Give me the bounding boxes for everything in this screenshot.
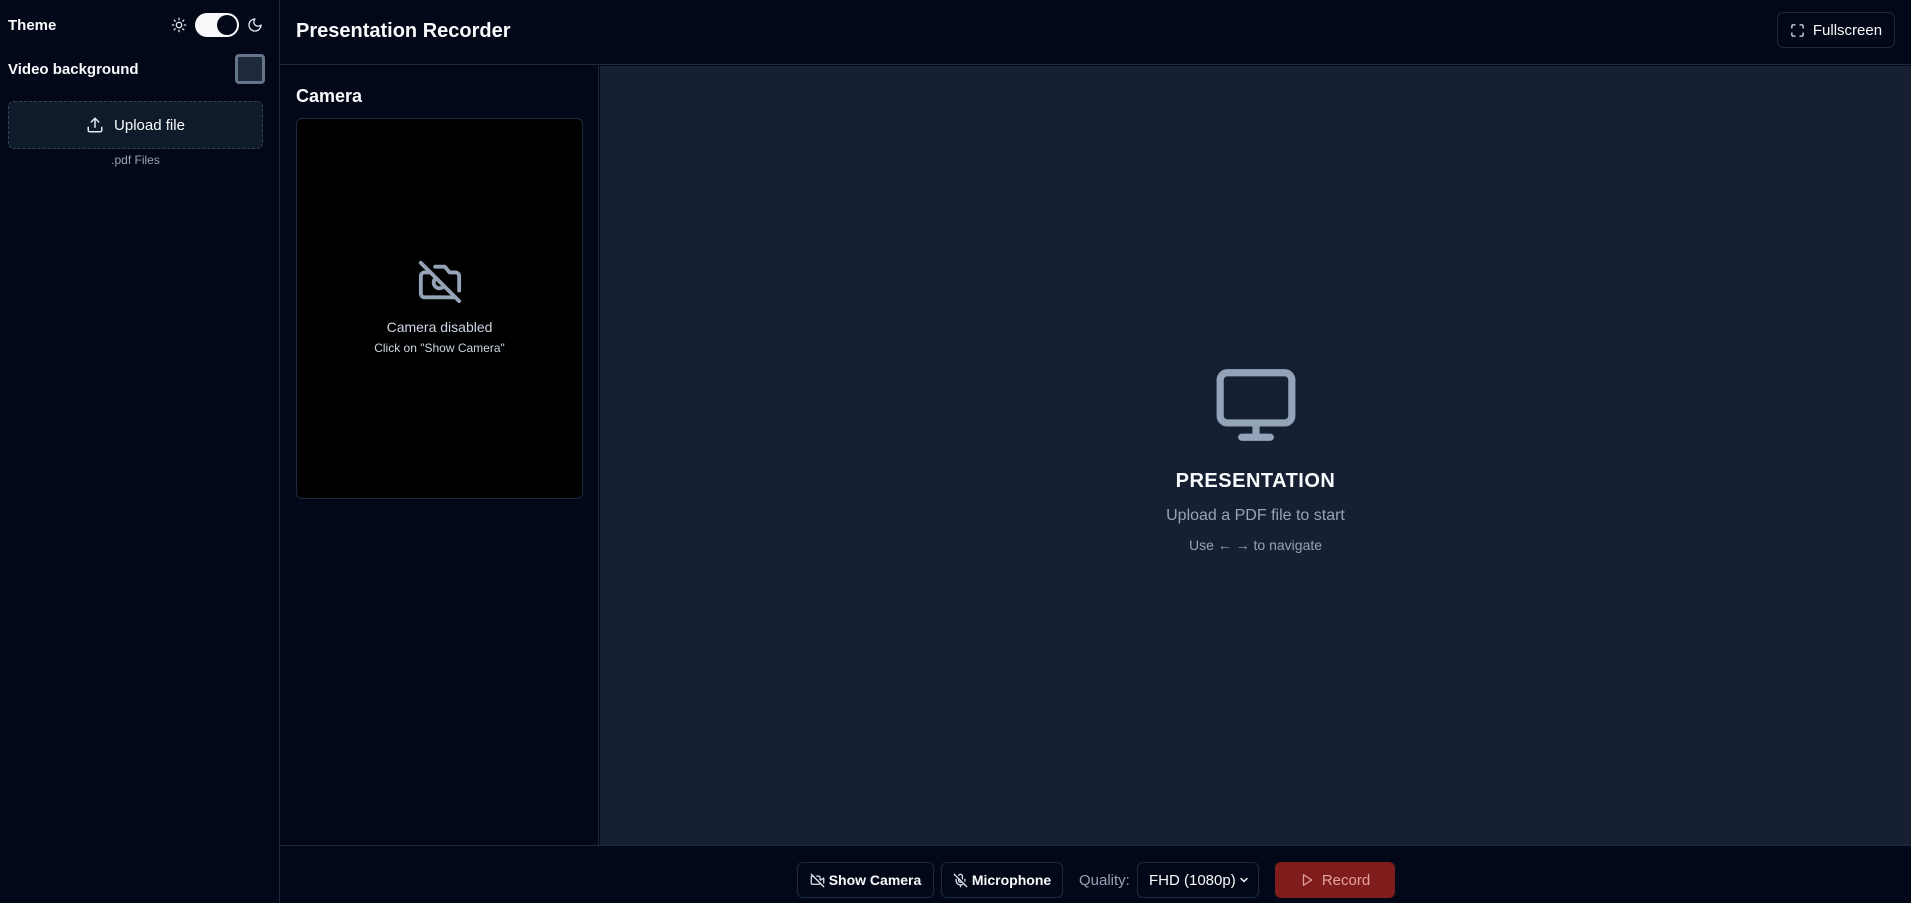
camera-panel: Camera Camera disabled Click on "Show Ca… (280, 66, 599, 845)
quality-value: FHD (1080p) (1149, 871, 1236, 889)
presentation-hint: Use ← → to navigate (1188, 537, 1323, 553)
camera-off-icon (810, 873, 825, 888)
presentation-subtitle: Upload a PDF file to start (1166, 507, 1345, 524)
video-background-checkbox[interactable] (235, 54, 265, 84)
header: Presentation Recorder Fullscreen (280, 0, 1911, 65)
camera-title: Camera (296, 86, 363, 106)
microphone-button[interactable]: Microphone (941, 862, 1063, 898)
app-root: Theme Video background Upload file .pdf … (0, 0, 1911, 903)
upload-file-label: Upload file (114, 116, 185, 134)
page-title: Presentation Recorder (296, 20, 511, 42)
theme-toggle[interactable] (195, 13, 239, 37)
theme-controls (171, 13, 263, 37)
camera-hint-text: Click on "Show Camera" (374, 341, 505, 355)
camera-preview: Camera disabled Click on "Show Camera" (296, 118, 583, 499)
expand-icon (1790, 23, 1805, 38)
show-camera-button[interactable]: Show Camera (797, 862, 934, 898)
quality-select[interactable]: FHD (1080p) (1137, 862, 1259, 898)
record-button[interactable]: Record (1275, 862, 1395, 898)
microphone-label: Microphone (971, 872, 1052, 888)
theme-row: Theme (8, 12, 263, 38)
fullscreen-button[interactable]: Fullscreen (1777, 12, 1895, 48)
video-background-label: Video background (8, 60, 139, 78)
upload-hint: .pdf Files (111, 153, 160, 167)
camera-off-icon (417, 259, 463, 305)
fullscreen-label: Fullscreen (1812, 21, 1883, 39)
upload-icon (86, 116, 104, 134)
bottom-toolbar: Show Camera Microphone Quality: FHD (108… (280, 845, 1911, 903)
sun-icon (171, 17, 187, 33)
moon-icon (247, 17, 263, 33)
theme-label: Theme (8, 16, 57, 34)
mic-off-icon (953, 873, 968, 888)
sidebar: Theme Video background Upload file .pdf … (0, 0, 280, 903)
video-background-row: Video background (8, 54, 265, 84)
presentation-area: PRESENTATION Upload a PDF file to start … (600, 66, 1911, 845)
upload-file-button[interactable]: Upload file (8, 101, 263, 149)
record-label: Record (1321, 871, 1371, 889)
monitor-icon (1210, 362, 1302, 448)
camera-disabled-text: Camera disabled (386, 319, 493, 335)
play-icon (1300, 873, 1314, 887)
quality-label: Quality: (1079, 872, 1130, 889)
presentation-title: PRESENTATION (1175, 470, 1336, 492)
theme-toggle-knob (217, 15, 237, 35)
chevron-down-icon (1238, 874, 1250, 886)
show-camera-label: Show Camera (828, 872, 922, 888)
